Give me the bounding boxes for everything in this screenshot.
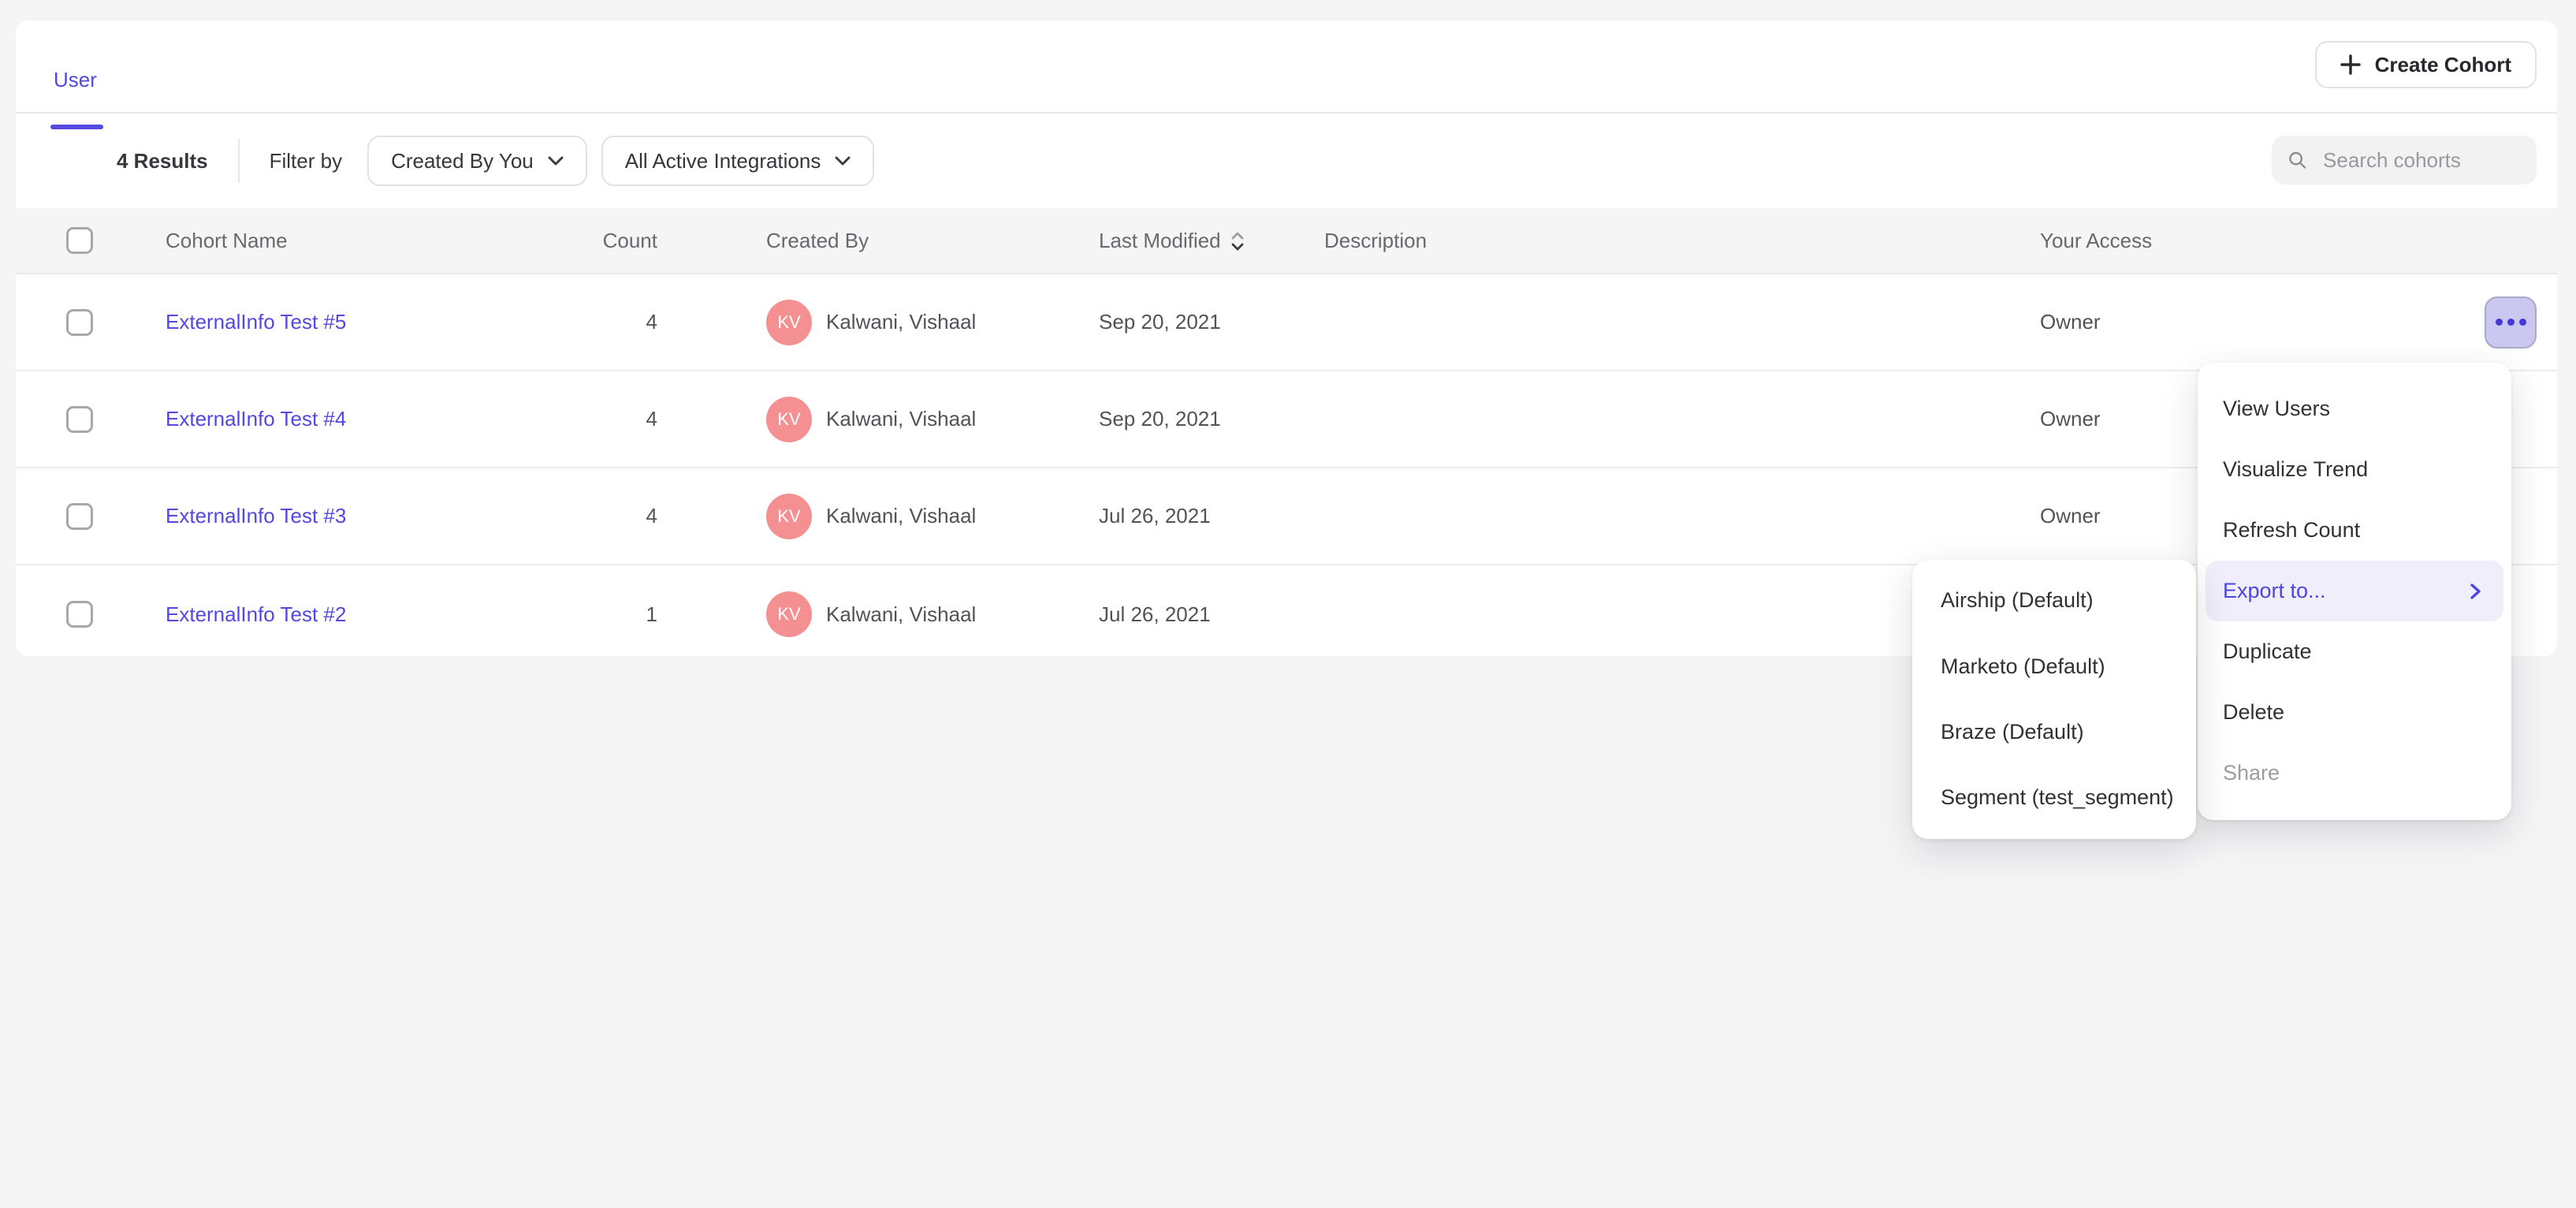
row-checkbox[interactable] bbox=[66, 601, 93, 628]
menu-item-delete[interactable]: Delete bbox=[2206, 682, 2503, 743]
cohort-count: 1 bbox=[596, 602, 657, 627]
toolbar-divider bbox=[238, 139, 240, 183]
cohort-name-link[interactable]: ExternalInfo Test #2 bbox=[166, 602, 346, 626]
creator-name: Kalwani, Vishaal bbox=[826, 504, 976, 528]
export-submenu: Airship (Default) Marketo (Default) Braz… bbox=[1912, 560, 2196, 839]
submenu-item-marketo[interactable]: Marketo (Default) bbox=[1912, 633, 2196, 699]
cohort-name-link[interactable]: ExternalInfo Test #3 bbox=[166, 504, 346, 528]
tab-bar: User Create Cohort bbox=[16, 21, 2557, 114]
avatar: KV bbox=[766, 494, 812, 539]
col-header-count[interactable]: Count bbox=[596, 229, 657, 253]
last-modified-date: Sep 20, 2021 bbox=[1072, 407, 1296, 431]
menu-item-share: Share bbox=[2206, 743, 2503, 803]
toolbar: 4 Results Filter by Created By You All A… bbox=[16, 114, 2557, 208]
row-actions-menu: View Users Visualize Trend Refresh Count… bbox=[2198, 363, 2511, 820]
cohort-count: 4 bbox=[596, 504, 657, 528]
avatar: KV bbox=[766, 591, 812, 637]
created-by-filter-value: Created By You bbox=[391, 149, 534, 173]
menu-item-refresh-count[interactable]: Refresh Count bbox=[2206, 500, 2503, 561]
submenu-item-segment[interactable]: Segment (test_segment) bbox=[1912, 765, 2196, 830]
row-checkbox[interactable] bbox=[66, 309, 93, 336]
search-input[interactable] bbox=[2320, 147, 2521, 174]
menu-item-export-to[interactable]: Export to... bbox=[2206, 561, 2503, 621]
cohorts-page: User Create Cohort 4 Results Filter by C… bbox=[0, 0, 2576, 1208]
creator-name: Kalwani, Vishaal bbox=[826, 602, 976, 627]
submenu-item-airship[interactable]: Airship (Default) bbox=[1912, 568, 2196, 633]
col-header-last-modified[interactable]: Last Modified bbox=[1072, 229, 1296, 253]
cohort-count: 4 bbox=[596, 407, 657, 431]
row-actions-button[interactable] bbox=[2485, 296, 2537, 349]
created-by-filter-dropdown[interactable]: Created By You bbox=[367, 136, 587, 186]
menu-item-visualize-trend[interactable]: Visualize Trend bbox=[2206, 439, 2503, 500]
sort-carets-icon bbox=[1230, 230, 1245, 252]
chevron-down-icon bbox=[835, 156, 851, 166]
table-header: Cohort Name Count Created By Last Modifi… bbox=[16, 208, 2557, 274]
creator-name: Kalwani, Vishaal bbox=[826, 407, 976, 431]
create-cohort-button[interactable]: Create Cohort bbox=[2315, 41, 2537, 88]
menu-item-duplicate[interactable]: Duplicate bbox=[2206, 621, 2503, 682]
col-header-description[interactable]: Description bbox=[1296, 229, 2012, 253]
table-row: ExternalInfo Test #4 4 KV Kalwani, Visha… bbox=[16, 371, 2557, 468]
creator-name: Kalwani, Vishaal bbox=[826, 310, 976, 334]
access-level: Owner bbox=[2040, 407, 2101, 431]
last-modified-date: Jul 26, 2021 bbox=[1072, 602, 1296, 627]
ellipsis-icon bbox=[2496, 319, 2503, 326]
cohort-name-link[interactable]: ExternalInfo Test #5 bbox=[166, 310, 346, 334]
table-row: ExternalInfo Test #3 4 KV Kalwani, Visha… bbox=[16, 468, 2557, 565]
submenu-item-braze[interactable]: Braze (Default) bbox=[1912, 699, 2196, 765]
last-modified-date: Sep 20, 2021 bbox=[1072, 310, 1296, 334]
cohort-name-link[interactable]: ExternalInfo Test #4 bbox=[166, 407, 346, 431]
col-header-created-by[interactable]: Created By bbox=[657, 229, 1072, 253]
chevron-right-icon bbox=[2470, 583, 2481, 600]
last-modified-date: Jul 26, 2021 bbox=[1072, 504, 1296, 528]
menu-item-view-users[interactable]: View Users bbox=[2206, 378, 2503, 439]
row-checkbox[interactable] bbox=[66, 503, 93, 530]
select-all-checkbox[interactable] bbox=[66, 227, 93, 254]
access-level: Owner bbox=[2040, 504, 2101, 528]
access-level: Owner bbox=[2040, 310, 2101, 334]
plus-icon bbox=[2340, 54, 2361, 75]
avatar: KV bbox=[766, 300, 812, 345]
col-header-your-access[interactable]: Your Access bbox=[2012, 229, 2557, 253]
tab-user[interactable]: User bbox=[54, 68, 97, 92]
integrations-filter-dropdown[interactable]: All Active Integrations bbox=[601, 136, 875, 186]
chevron-down-icon bbox=[548, 156, 564, 166]
search-box[interactable] bbox=[2272, 136, 2537, 185]
cohort-count: 4 bbox=[596, 310, 657, 334]
create-cohort-label: Create Cohort bbox=[2375, 53, 2511, 77]
search-icon bbox=[2288, 148, 2307, 172]
col-header-cohort-name[interactable]: Cohort Name bbox=[150, 229, 596, 253]
avatar: KV bbox=[766, 397, 812, 442]
integrations-filter-value: All Active Integrations bbox=[625, 149, 821, 173]
row-checkbox[interactable] bbox=[66, 406, 93, 433]
filter-by-label: Filter by bbox=[270, 149, 342, 173]
results-count: 4 Results bbox=[117, 149, 208, 173]
table-row: ExternalInfo Test #5 4 KV Kalwani, Visha… bbox=[16, 274, 2557, 371]
tab-user-label: User bbox=[54, 68, 97, 91]
